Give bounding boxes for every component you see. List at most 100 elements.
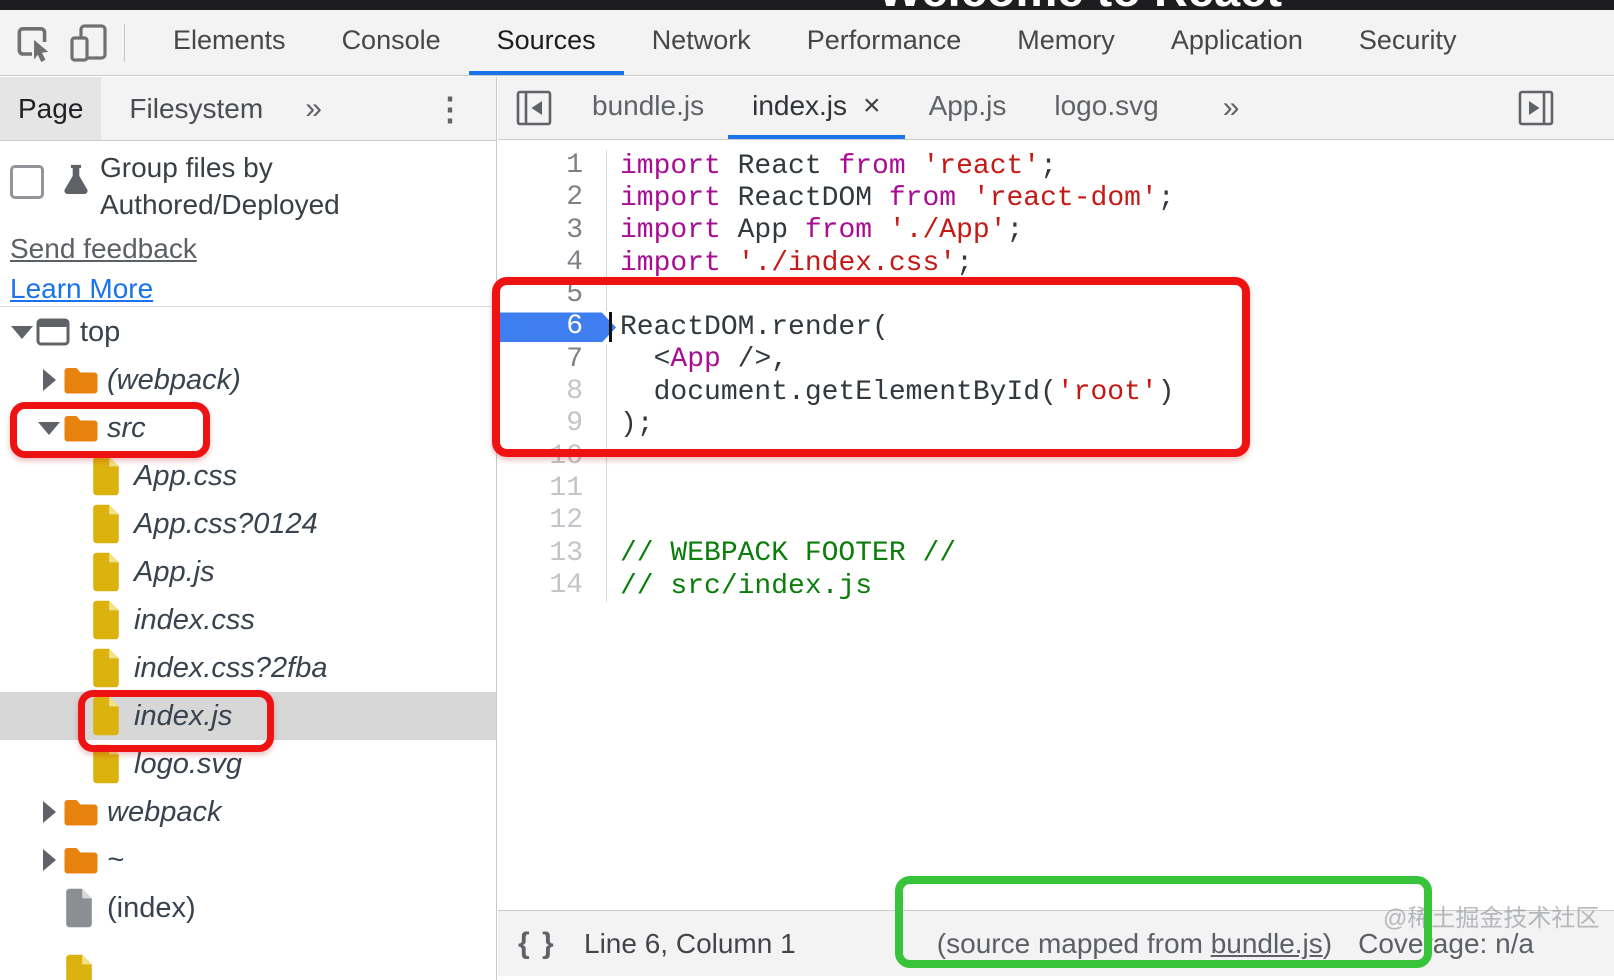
code-line-13[interactable]: 13// WEBPACK FOOTER // bbox=[498, 538, 1614, 570]
chevron-right-icon[interactable] bbox=[35, 849, 63, 871]
tab-performance[interactable]: Performance bbox=[779, 10, 990, 75]
line-number[interactable]: 14 bbox=[498, 570, 607, 602]
line-number[interactable]: 11 bbox=[498, 473, 607, 505]
tab-console[interactable]: Console bbox=[314, 10, 469, 75]
navigator-tab-filesystem[interactable]: Filesystem bbox=[105, 77, 287, 140]
inspect-element-icon[interactable] bbox=[10, 20, 56, 66]
tree-item-partial-file[interactable] bbox=[0, 950, 496, 980]
hide-navigator-icon[interactable] bbox=[514, 77, 554, 139]
tree-item-label: index.css bbox=[134, 604, 255, 637]
line-number[interactable]: 6 bbox=[498, 311, 607, 343]
pretty-print-button[interactable]: { } bbox=[518, 911, 556, 976]
tree-item-webpack[interactable]: webpack bbox=[0, 788, 496, 836]
devtools-toolbar: ElementsConsoleSourcesNetworkPerformance… bbox=[0, 10, 1614, 76]
code-line-8[interactable]: 8 document.getElementById('root') bbox=[498, 376, 1614, 408]
editor-tab-bundle.js[interactable]: bundle.js bbox=[568, 77, 728, 139]
code-line-3[interactable]: 3import App from './App'; bbox=[498, 215, 1614, 247]
tree-item-logo.svg[interactable]: logo.svg bbox=[0, 740, 496, 788]
bundle-js-link[interactable]: bundle.js bbox=[1211, 928, 1323, 959]
navigator-body: Group files by Authored/Deployed Send fe… bbox=[0, 141, 496, 980]
tree-item-label: top bbox=[80, 316, 120, 349]
tree-item-~[interactable]: ~ bbox=[0, 836, 496, 884]
editor-tab-bar: bundle.jsindex.js×App.jslogo.svg » bbox=[498, 77, 1614, 140]
code-text: import './index.css'; bbox=[607, 248, 973, 279]
tree-item-label: src bbox=[107, 412, 146, 445]
editor-tab-logo.svg[interactable]: logo.svg bbox=[1030, 77, 1182, 139]
chevron-down-icon[interactable] bbox=[8, 326, 36, 339]
line-number[interactable]: 9 bbox=[498, 408, 607, 440]
tree-item-App.css?0124[interactable]: App.css?0124 bbox=[0, 500, 496, 548]
chevron-right-icon[interactable] bbox=[35, 801, 63, 823]
tree-item-label: webpack bbox=[107, 796, 221, 829]
chevron-right-icon[interactable] bbox=[35, 369, 63, 391]
page-heading-fragment: Welcome to React bbox=[878, 0, 1282, 10]
line-number[interactable]: 4 bbox=[498, 247, 607, 279]
tab-elements[interactable]: Elements bbox=[145, 10, 314, 75]
code-text: import ReactDOM from 'react-dom'; bbox=[607, 183, 1175, 214]
group-files-label: Group files by Authored/Deployed bbox=[100, 149, 370, 223]
chevron-down-icon[interactable] bbox=[35, 422, 63, 435]
close-tab-icon[interactable]: × bbox=[863, 89, 881, 123]
group-files-checkbox[interactable] bbox=[10, 165, 44, 199]
code-line-14[interactable]: 14// src/index.js bbox=[498, 570, 1614, 602]
code-line-6[interactable]: 6ReactDOM.render( bbox=[498, 311, 1614, 343]
folder-icon bbox=[63, 365, 103, 395]
tree-item-App.css[interactable]: App.css bbox=[0, 452, 496, 500]
tab-sources[interactable]: Sources bbox=[469, 10, 624, 75]
tree-item-App.js[interactable]: App.js bbox=[0, 548, 496, 596]
tab-security[interactable]: Security bbox=[1331, 10, 1485, 75]
folder-icon bbox=[63, 845, 103, 875]
code-line-4[interactable]: 4import './index.css'; bbox=[498, 247, 1614, 279]
code-line-1[interactable]: 1import React from 'react'; bbox=[498, 150, 1614, 182]
tree-item-index.css?2fba[interactable]: index.css?2fba bbox=[0, 644, 496, 692]
line-number[interactable]: 3 bbox=[498, 215, 607, 247]
toolbar-divider bbox=[124, 24, 125, 62]
device-toolbar-icon[interactable] bbox=[66, 20, 112, 66]
send-feedback-link[interactable]: Send feedback bbox=[10, 233, 197, 265]
code-line-11[interactable]: 11 bbox=[498, 473, 1614, 505]
show-debugger-sidebar-icon[interactable] bbox=[1516, 77, 1556, 139]
line-number[interactable]: 8 bbox=[498, 376, 607, 408]
line-number[interactable]: 5 bbox=[498, 279, 607, 311]
tree-item-(webpack)[interactable]: (webpack) bbox=[0, 356, 496, 404]
tree-item-(index)[interactable]: (index) bbox=[0, 884, 496, 932]
tree-item-src[interactable]: src bbox=[0, 404, 496, 452]
line-number[interactable]: 10 bbox=[498, 441, 607, 473]
file-icon-gray bbox=[63, 888, 103, 928]
coverage-label: Coverage: n/a bbox=[1358, 928, 1534, 960]
navigator-tab-page[interactable]: Page bbox=[0, 77, 101, 140]
editor-tab-index.js[interactable]: index.js× bbox=[728, 77, 904, 139]
editor-tabs-overflow-icon[interactable]: » bbox=[1223, 77, 1240, 139]
line-number[interactable]: 1 bbox=[498, 150, 607, 182]
code-line-7[interactable]: 7 <App />, bbox=[498, 344, 1614, 376]
line-number[interactable]: 2 bbox=[498, 182, 607, 214]
tree-item-label: index.css?2fba bbox=[134, 652, 327, 685]
code-line-12[interactable]: 12 bbox=[498, 505, 1614, 537]
navigator-menu-icon[interactable]: ⋮ bbox=[434, 77, 466, 140]
line-number[interactable]: 7 bbox=[498, 344, 607, 376]
file-icon bbox=[90, 744, 130, 784]
code-line-5[interactable]: 5 bbox=[498, 279, 1614, 311]
code-line-9[interactable]: 9); bbox=[498, 408, 1614, 440]
line-number[interactable]: 12 bbox=[498, 505, 607, 537]
tree-item-label: App.css bbox=[134, 460, 237, 493]
tree-item-top[interactable]: top bbox=[0, 308, 496, 356]
navigator-more-tabs-icon[interactable]: » bbox=[305, 77, 322, 140]
code-line-10[interactable]: 10 bbox=[498, 441, 1614, 473]
file-icon bbox=[90, 648, 130, 688]
tree-item-label: index.js bbox=[134, 700, 232, 733]
editor-tab-App.js[interactable]: App.js bbox=[905, 77, 1031, 139]
experiment-beaker-icon bbox=[58, 161, 94, 223]
tree-item-index.css[interactable]: index.css bbox=[0, 596, 496, 644]
tab-memory[interactable]: Memory bbox=[989, 10, 1143, 75]
tab-network[interactable]: Network bbox=[624, 10, 779, 75]
text-cursor bbox=[609, 312, 612, 342]
group-files-row: Group files by Authored/Deployed bbox=[10, 149, 370, 223]
code-editor[interactable]: 1import React from 'react';2import React… bbox=[498, 140, 1614, 910]
line-number[interactable]: 13 bbox=[498, 538, 607, 570]
tab-application[interactable]: Application bbox=[1143, 10, 1331, 75]
source-mapped-label: (source mapped from bundle.js) bbox=[937, 928, 1332, 960]
code-line-2[interactable]: 2import ReactDOM from 'react-dom'; bbox=[498, 182, 1614, 214]
learn-more-link[interactable]: Learn More bbox=[10, 273, 153, 305]
tree-item-index.js[interactable]: index.js bbox=[0, 692, 496, 740]
